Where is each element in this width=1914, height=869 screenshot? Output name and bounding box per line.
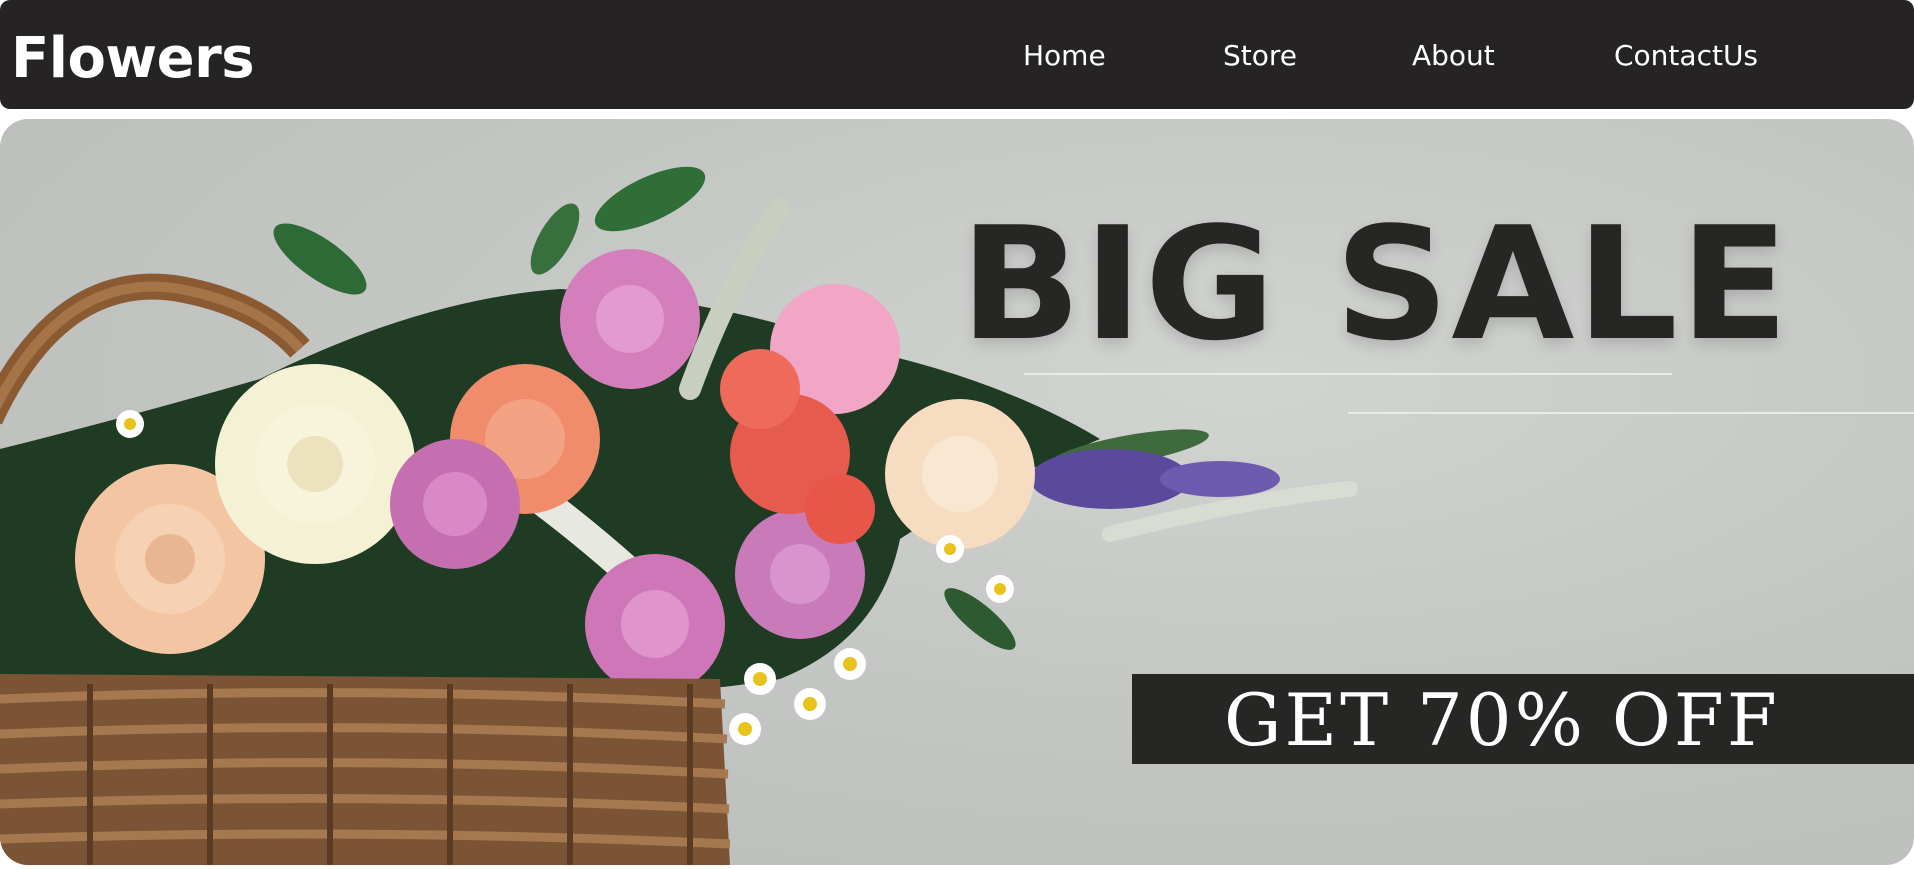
brand-logo[interactable]: Flowers bbox=[11, 24, 255, 94]
divider-line bbox=[1024, 373, 1672, 375]
offer-banner[interactable]: GET 70% OFF bbox=[1132, 674, 1914, 764]
divider-line bbox=[1348, 412, 1914, 414]
hero-banner: BIG SALE GET 70% OFF bbox=[0, 119, 1914, 865]
offer-text: GET 70% OFF bbox=[1224, 678, 1780, 762]
nav-about[interactable]: About bbox=[1412, 38, 1495, 74]
nav-home[interactable]: Home bbox=[1023, 38, 1106, 74]
big-sale-headline: BIG SALE bbox=[960, 193, 1791, 375]
nav-contactus[interactable]: ContactUs bbox=[1614, 38, 1758, 74]
nav-store[interactable]: Store bbox=[1223, 38, 1297, 74]
navbar: Flowers Home Store About ContactUs bbox=[0, 0, 1914, 109]
